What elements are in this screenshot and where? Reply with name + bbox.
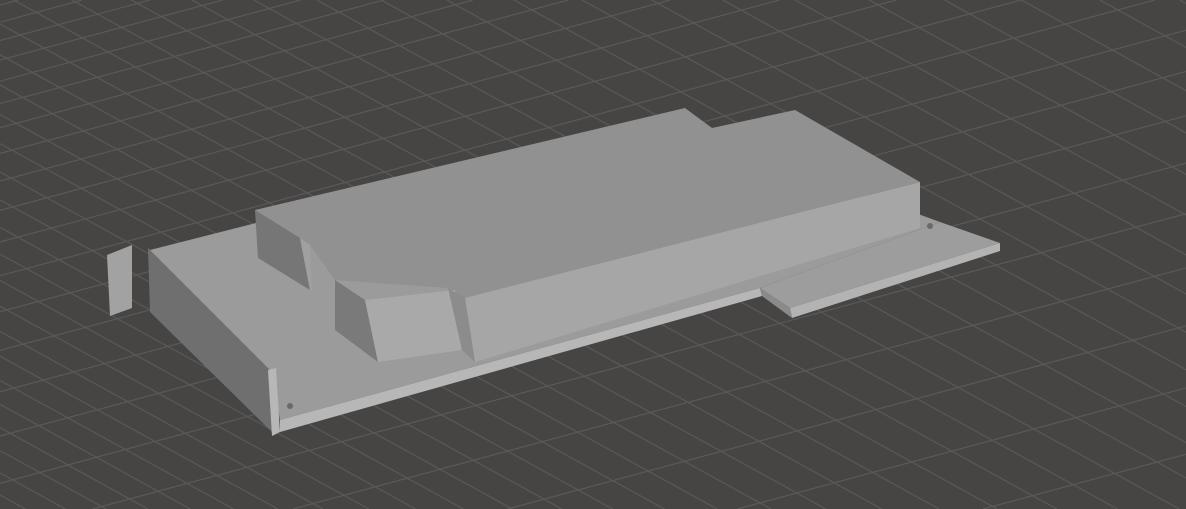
grid-line — [0, 0, 83, 23]
grid-line — [868, 0, 1186, 175]
grid-line — [1179, 0, 1186, 4]
screw-hole-icon — [287, 403, 293, 409]
scene-canvas[interactable] — [0, 0, 1186, 509]
model-gpu-card[interactable] — [107, 108, 1000, 436]
grid-line — [0, 427, 149, 509]
grid-line — [0, 472, 66, 509]
screw-hole-icon — [927, 223, 933, 229]
grid-line — [0, 0, 384, 105]
bracket-tab — [107, 245, 132, 316]
block-front — [365, 290, 462, 362]
grid-line — [0, 494, 26, 509]
grid-line — [0, 0, 301, 82]
grid-line — [1099, 0, 1186, 48]
grid-line — [0, 0, 569, 154]
grid-line — [0, 379, 234, 509]
grid-line — [0, 0, 474, 129]
grid-line — [983, 453, 1186, 509]
grid-line — [944, 0, 1186, 134]
scene-viewport[interactable] — [0, 0, 1186, 509]
